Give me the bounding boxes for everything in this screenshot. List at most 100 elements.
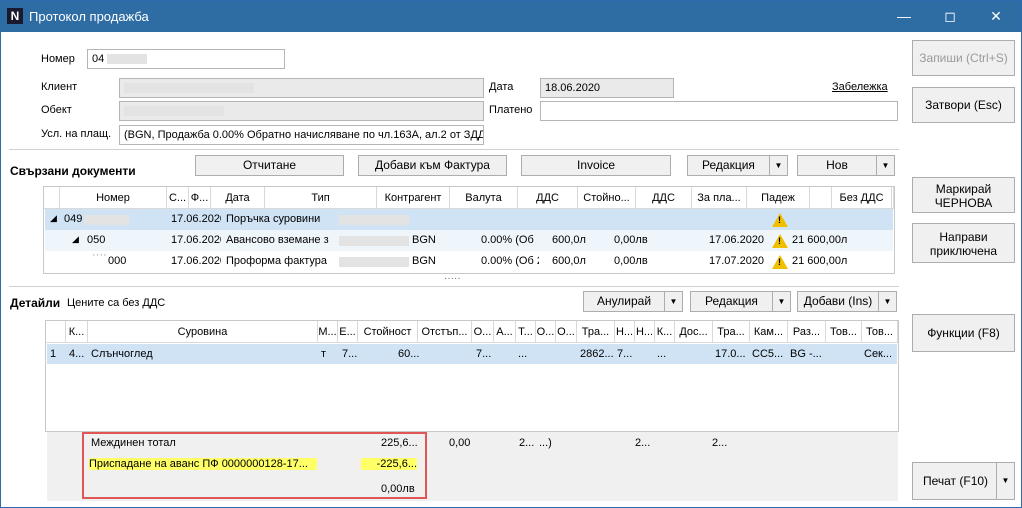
warning-icon — [772, 255, 788, 269]
col-header[interactable]: Тра... — [577, 321, 615, 343]
minimize-icon[interactable]: — — [881, 1, 927, 32]
col-header[interactable]: ДДС — [636, 187, 692, 209]
related-documents-grid[interactable]: Номер С... Ф... Дата Тип Контрагент Валу… — [43, 186, 895, 274]
col-header[interactable]: Тип — [265, 187, 377, 209]
object-field[interactable] — [119, 101, 484, 121]
cell-currency: BGN — [412, 255, 436, 267]
cell-value: 600,0л — [552, 255, 586, 267]
window-title: Протокол продажба — [29, 9, 149, 24]
highlight-box — [82, 432, 427, 499]
col-header[interactable]: Стойност — [358, 321, 418, 343]
col-header[interactable]: Стойно... — [578, 187, 636, 209]
cell-due: 17.07.2020 — [709, 255, 765, 267]
warning-icon — [772, 234, 788, 248]
col-header[interactable]: За пла... — [692, 187, 747, 209]
col-header[interactable]: Номер — [60, 187, 167, 209]
col-header[interactable]: К... — [66, 321, 88, 343]
splitter-handle[interactable]: ····· — [444, 273, 461, 284]
cell-type: Авансово вземане з — [226, 234, 329, 246]
col-header[interactable]: Контрагент — [377, 187, 450, 209]
functions-button[interactable]: Функции (F8) — [912, 314, 1015, 352]
make-done-button[interactable]: Направи приключена — [912, 223, 1015, 263]
chevron-down-icon[interactable]: ▼ — [878, 292, 896, 311]
number-label: Номер — [41, 53, 75, 65]
cell-date: 17.06.2020 — [171, 213, 221, 225]
col-header[interactable]: Кам... — [750, 321, 788, 343]
add-label: Добави (Ins) — [803, 294, 873, 308]
col-header[interactable]: Раз... — [788, 321, 826, 343]
paid-label: Платено — [489, 104, 533, 116]
date-field[interactable]: 18.06.2020 — [540, 78, 674, 98]
col-header[interactable]: Тра... — [713, 321, 750, 343]
cell-vat: 0.00% (Об 2 — [481, 255, 539, 267]
cell-material: Слънчоглед — [91, 348, 153, 360]
read-button[interactable]: Отчитане — [195, 155, 344, 176]
col-header[interactable]: Тов... — [862, 321, 898, 343]
add-to-invoice-button[interactable]: Добави към Фактура — [358, 155, 507, 176]
tree-collapse-icon[interactable]: ◢ — [50, 213, 57, 224]
details-title: Детайли — [10, 296, 61, 310]
invoice-button[interactable]: Invoice — [521, 155, 671, 176]
col-header[interactable]: Без ДДС — [832, 187, 892, 209]
col-header[interactable]: Отстъп... — [418, 321, 472, 343]
col-header[interactable]: Дос... — [675, 321, 713, 343]
maximize-icon[interactable]: ◻ — [927, 1, 973, 32]
cell-type: Поръчка суровини — [226, 213, 321, 225]
add-button[interactable]: Добави (Ins) ▼ — [797, 291, 897, 312]
paid-field[interactable] — [540, 101, 898, 121]
col-header[interactable]: Ф... — [189, 187, 211, 209]
chevron-down-icon[interactable]: ▼ — [664, 292, 682, 311]
details-edit-button[interactable]: Редакция ▼ — [690, 291, 791, 312]
total-col: 2... — [635, 437, 651, 449]
col-header[interactable]: О... — [472, 321, 494, 343]
col-header[interactable]: Е... — [338, 321, 358, 343]
number-field[interactable]: 04 — [87, 49, 285, 69]
col-header[interactable]: А... — [494, 321, 516, 343]
col-header[interactable]: М... — [318, 321, 338, 343]
cell-e: 7... — [342, 348, 358, 360]
related-edit-button[interactable]: Редакция ▼ — [687, 155, 788, 176]
col-header[interactable]: Падеж — [747, 187, 810, 209]
cancel-label: Анулирай — [596, 294, 652, 308]
col-header[interactable]: С... — [167, 187, 189, 209]
payment-field[interactable]: (BGN, Продажба 0.00% Обратно начисляване… — [119, 125, 484, 145]
save-button[interactable]: Запиши (Ctrl+S) — [912, 40, 1015, 76]
title-bar: N Протокол продажба — ◻ ✕ — [1, 1, 1021, 32]
note-link[interactable]: Забележка — [832, 81, 888, 93]
details-edit-label: Редакция — [705, 294, 758, 308]
print-button[interactable]: Печат (F10) ▼ — [912, 462, 1015, 500]
col-header[interactable] — [810, 187, 832, 209]
details-grid[interactable]: К... Суровина М... Е... Стойност Отстъп.… — [45, 320, 899, 432]
col-header[interactable]: О... — [556, 321, 577, 343]
cell-t: ... — [518, 348, 528, 360]
chevron-down-icon[interactable]: ▼ — [772, 292, 790, 311]
cell-k: 4... — [69, 348, 85, 360]
cell-date: 17.06.2020 — [171, 234, 221, 246]
chevron-down-icon[interactable]: ▼ — [876, 156, 894, 175]
chevron-down-icon[interactable]: ▼ — [996, 463, 1014, 499]
col-header[interactable]: Тов... — [826, 321, 862, 343]
details-subtitle: Цените са без ДДС — [67, 297, 166, 309]
col-header[interactable]: Дата — [211, 187, 265, 209]
payment-label: Усл. на плащ. — [41, 128, 112, 140]
close-button[interactable]: Затвори (Esc) — [912, 87, 1015, 123]
mark-draft-button[interactable]: Маркирай ЧЕРНОВА — [912, 177, 1015, 213]
col-header[interactable]: К... — [655, 321, 675, 343]
col-header[interactable]: Н... — [635, 321, 655, 343]
col-header[interactable]: Валута — [450, 187, 518, 209]
cell-date: 17.06.2020 — [171, 255, 221, 267]
cancel-button[interactable]: Анулирай ▼ — [583, 291, 683, 312]
client-field[interactable] — [119, 78, 484, 98]
col-header[interactable]: Т... — [516, 321, 536, 343]
col-header[interactable]: О... — [536, 321, 556, 343]
col-header[interactable]: Н... — [615, 321, 635, 343]
col-header[interactable]: Суровина — [88, 321, 318, 343]
print-label: Печат (F10) — [922, 474, 989, 488]
col-header[interactable]: ДДС — [518, 187, 578, 209]
cell-type: Проформа фактура — [226, 255, 328, 267]
new-button[interactable]: Нов ▼ — [797, 155, 895, 176]
tree-collapse-icon[interactable]: ◢ — [72, 234, 79, 245]
related-edit-label: Редакция — [702, 158, 755, 172]
chevron-down-icon[interactable]: ▼ — [769, 156, 787, 175]
close-icon[interactable]: ✕ — [973, 1, 1019, 32]
